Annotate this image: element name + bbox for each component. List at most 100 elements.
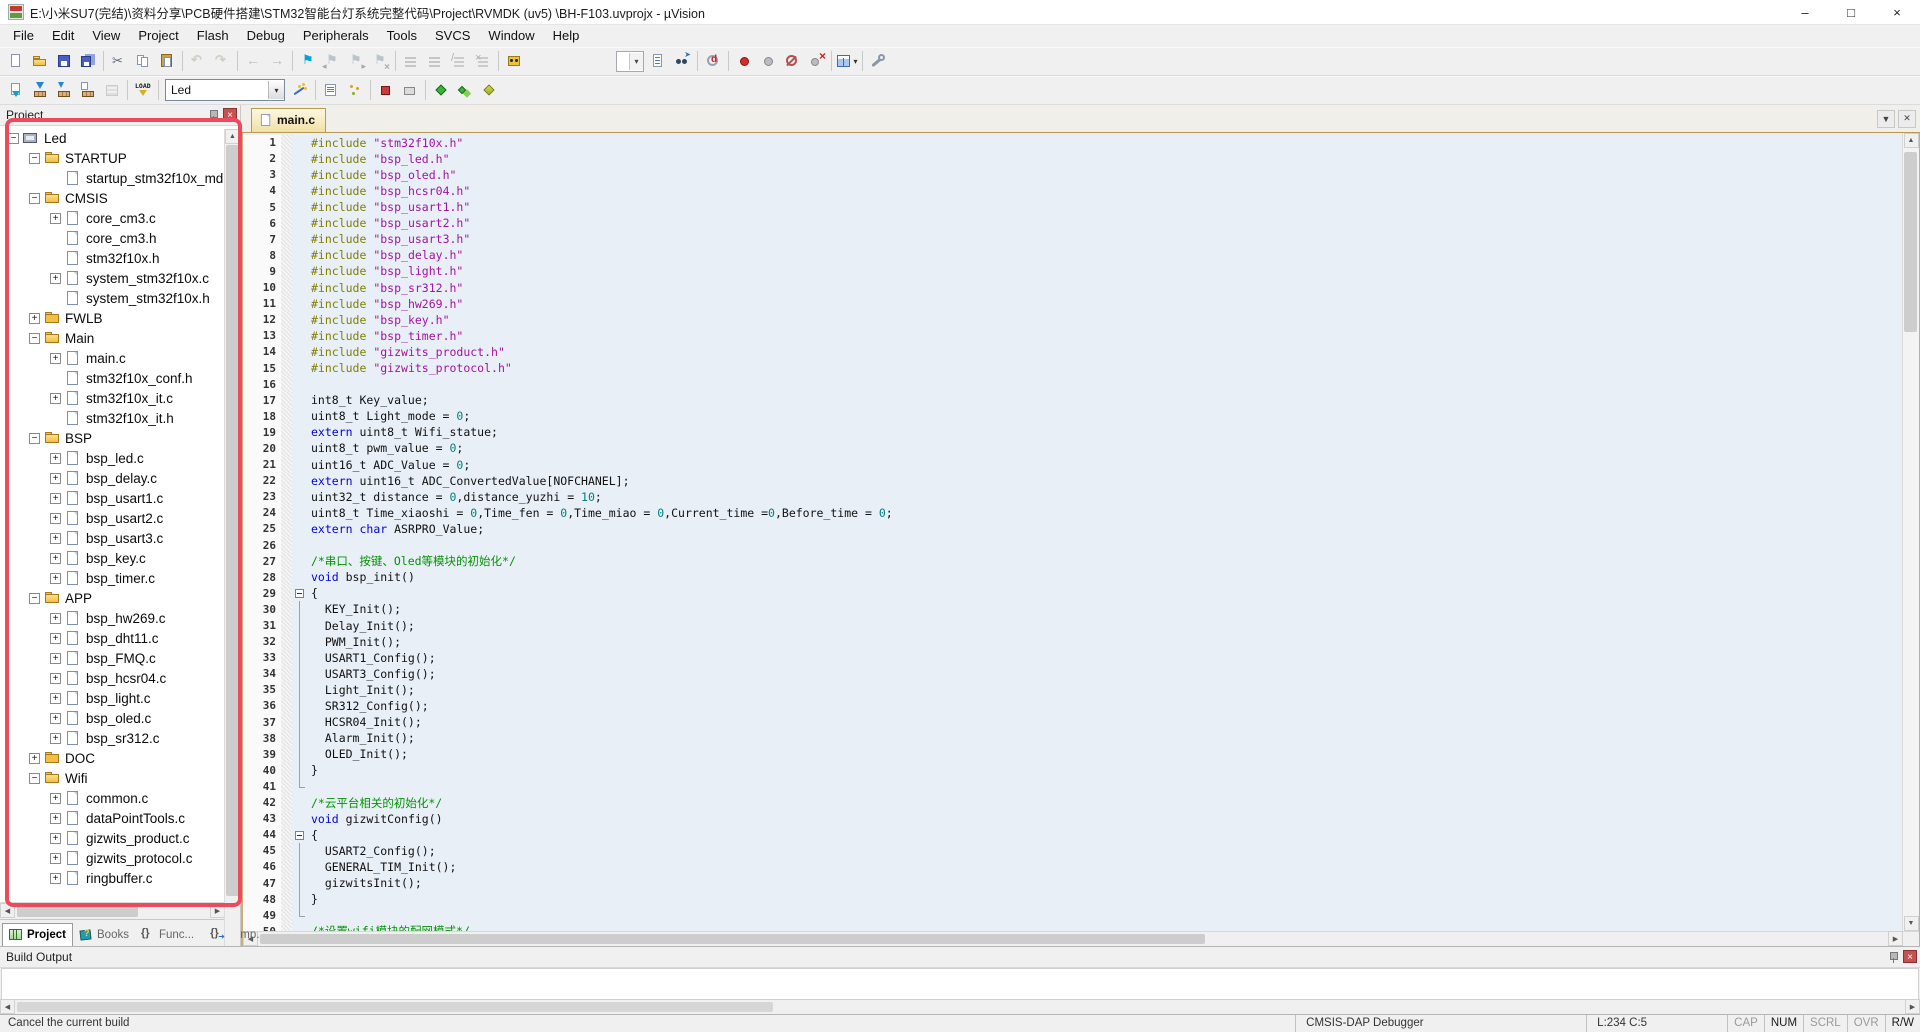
expand-icon[interactable]: +: [50, 793, 61, 804]
tree-item-datapointtools-c[interactable]: +dataPointTools.c: [0, 809, 240, 829]
comment-button[interactable]: [447, 49, 471, 73]
scrollbar-thumb[interactable]: [17, 1002, 773, 1012]
code-lines[interactable]: 1#include "stm32f10x.h"2#include "bsp_le…: [243, 133, 1902, 931]
pack-generate-button[interactable]: [477, 78, 501, 102]
expand-icon[interactable]: +: [50, 553, 61, 564]
save-button[interactable]: [52, 49, 76, 73]
environment-button[interactable]: [343, 78, 367, 102]
expand-icon[interactable]: +: [50, 653, 61, 664]
code-line-2[interactable]: 2#include "bsp_led.h": [243, 151, 1902, 167]
code-line-25[interactable]: 25extern char ASRPRO_Value;: [243, 521, 1902, 537]
code-line-38[interactable]: 38 Alarm_Init();: [243, 730, 1902, 746]
pin-icon[interactable]: [1887, 951, 1899, 963]
tree-item-ringbuffer-c[interactable]: +ringbuffer.c: [0, 869, 240, 889]
code-line-47[interactable]: 47 gizwitsInit();: [243, 875, 1902, 891]
expand-icon[interactable]: +: [29, 313, 40, 324]
menu-project[interactable]: Project: [129, 25, 187, 47]
code-line-50[interactable]: 50/*设置wifi模块的配网模式*/: [243, 923, 1902, 930]
scroll-right-icon[interactable]: ▶: [210, 903, 225, 918]
expand-icon[interactable]: +: [50, 833, 61, 844]
tree-item-main-c[interactable]: +main.c: [0, 349, 240, 369]
collapse-icon[interactable]: −: [29, 593, 40, 604]
code-line-8[interactable]: 8#include "bsp_delay.h": [243, 247, 1902, 263]
code-line-6[interactable]: 6#include "bsp_usart2.h": [243, 215, 1902, 231]
bookmark-next-button[interactable]: [344, 49, 368, 73]
indent-right-button[interactable]: [423, 49, 447, 73]
file-extensions-button[interactable]: [319, 78, 343, 102]
open-file-button[interactable]: [28, 49, 52, 73]
close-document-icon[interactable]: ✕: [1898, 110, 1916, 128]
fold-collapse-icon[interactable]: [292, 827, 307, 843]
menu-file[interactable]: File: [4, 25, 43, 47]
bookmark-toggle-button[interactable]: [296, 49, 320, 73]
scrollbar-track[interactable]: [1903, 148, 1919, 916]
redo-button[interactable]: [210, 49, 234, 73]
menu-peripherals[interactable]: Peripherals: [294, 25, 378, 47]
expand-icon[interactable]: +: [50, 853, 61, 864]
tree-item-bsp-oled-c[interactable]: +bsp_oled.c: [0, 709, 240, 729]
editor-hscrollbar[interactable]: ◀ ▶: [243, 931, 1919, 946]
code-line-30[interactable]: 30 KEY_Init();: [243, 601, 1902, 617]
load-button[interactable]: [131, 78, 155, 102]
tree-item-system-stm32f10x-h[interactable]: system_stm32f10x.h: [0, 289, 240, 309]
expand-icon[interactable]: +: [50, 713, 61, 724]
tree-item-cmsis[interactable]: −CMSIS: [0, 189, 240, 209]
code-line-26[interactable]: 26: [243, 537, 1902, 553]
update-packs-button[interactable]: [453, 78, 477, 102]
collapse-icon[interactable]: −: [29, 193, 40, 204]
expand-icon[interactable]: +: [50, 493, 61, 504]
scroll-left-icon[interactable]: ◀: [0, 999, 15, 1014]
code-line-1[interactable]: 1#include "stm32f10x.h": [243, 135, 1902, 151]
find-doc-button[interactable]: [646, 49, 670, 73]
code-line-24[interactable]: 24uint8_t Time_xiaoshi = 0,Time_fen = 0,…: [243, 505, 1902, 521]
nav-forward-button[interactable]: [265, 49, 289, 73]
tree-item-bsp[interactable]: −BSP: [0, 429, 240, 449]
debug-session-button[interactable]: [701, 49, 725, 73]
code-line-43[interactable]: 43void gizwitConfig(): [243, 811, 1902, 827]
code-line-11[interactable]: 11#include "bsp_hw269.h": [243, 296, 1902, 312]
scroll-right-icon[interactable]: ▶: [1905, 999, 1920, 1014]
code-line-20[interactable]: 20uint8_t pwm_value = 0;: [243, 440, 1902, 456]
find-in-files-button[interactable]: [502, 49, 526, 73]
code-line-17[interactable]: 17int8_t Key_value;: [243, 392, 1902, 408]
expand-icon[interactable]: +: [50, 633, 61, 644]
scrollbar-thumb[interactable]: [1904, 152, 1917, 332]
code-line-40[interactable]: 40}: [243, 762, 1902, 778]
menu-window[interactable]: Window: [479, 25, 543, 47]
code-line-19[interactable]: 19extern uint8_t Wifi_statue;: [243, 424, 1902, 440]
tree-item-doc[interactable]: +DOC: [0, 749, 240, 769]
tree-item-wifi[interactable]: −Wifi: [0, 769, 240, 789]
tree-item-app[interactable]: −APP: [0, 589, 240, 609]
tree-item-bsp-led-c[interactable]: +bsp_led.c: [0, 449, 240, 469]
expand-icon[interactable]: +: [50, 813, 61, 824]
scrollbar-thumb[interactable]: [260, 934, 1205, 944]
scrollbar-track[interactable]: [15, 904, 210, 918]
undo-button[interactable]: [186, 49, 210, 73]
collapse-icon[interactable]: −: [8, 133, 19, 144]
bookmark-prev-button[interactable]: [320, 49, 344, 73]
save-all-button[interactable]: [76, 49, 100, 73]
build-button[interactable]: [28, 78, 52, 102]
code-line-18[interactable]: 18uint8_t Light_mode = 0;: [243, 408, 1902, 424]
scrollbar-track[interactable]: [258, 933, 1888, 945]
stop-build-button[interactable]: [100, 78, 124, 102]
code-line-5[interactable]: 5#include "bsp_usart1.h": [243, 199, 1902, 215]
window-layout-button[interactable]: ▾: [835, 49, 859, 73]
collapse-icon[interactable]: −: [29, 153, 40, 164]
options-target-button[interactable]: [288, 78, 312, 102]
code-line-16[interactable]: 16: [243, 376, 1902, 392]
menu-tools[interactable]: Tools: [378, 25, 426, 47]
menu-flash[interactable]: Flash: [188, 25, 238, 47]
scroll-left-icon[interactable]: ◀: [0, 903, 15, 918]
paste-button[interactable]: [155, 49, 179, 73]
code-line-34[interactable]: 34 USART3_Config();: [243, 666, 1902, 682]
expand-icon[interactable]: +: [50, 513, 61, 524]
code-line-15[interactable]: 15#include "gizwits_protocol.h": [243, 360, 1902, 376]
collapse-icon[interactable]: −: [29, 433, 40, 444]
batch-build-button[interactable]: [76, 78, 100, 102]
tree-item-bsp-hw269-c[interactable]: +bsp_hw269.c: [0, 609, 240, 629]
tree-item-bsp-usart3-c[interactable]: +bsp_usart3.c: [0, 529, 240, 549]
fold-collapse-icon[interactable]: [292, 585, 307, 601]
tree-item-core-cm3-c[interactable]: +core_cm3.c: [0, 209, 240, 229]
menu-edit[interactable]: Edit: [43, 25, 83, 47]
